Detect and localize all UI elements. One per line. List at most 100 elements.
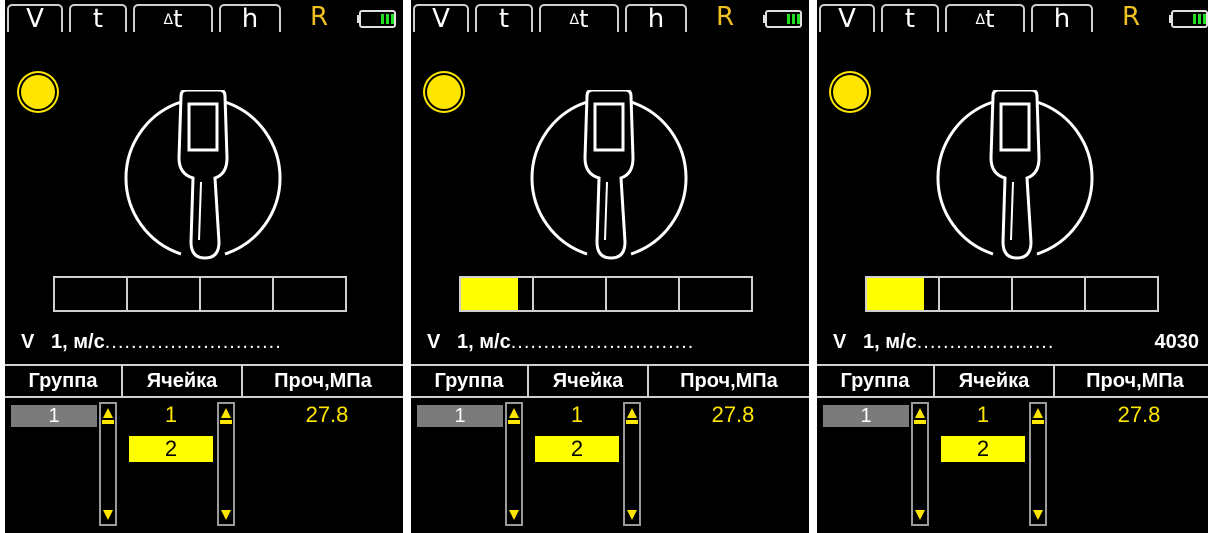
scroll-down-icon[interactable] bbox=[221, 510, 231, 520]
scroll-thumb[interactable] bbox=[626, 420, 638, 424]
header-strength: Проч,МПа bbox=[680, 370, 778, 392]
velocity-readout: V 1, м/с........................... bbox=[21, 328, 387, 356]
group-scrollbar[interactable] bbox=[505, 402, 523, 526]
header-cell: Ячейка bbox=[958, 370, 1030, 392]
group-scrollbar[interactable] bbox=[911, 402, 929, 526]
cell-selected[interactable]: 2 bbox=[535, 436, 619, 462]
progress-fill bbox=[867, 278, 924, 310]
progress-fill bbox=[461, 278, 518, 310]
tab-t[interactable]: t bbox=[881, 4, 939, 32]
ultrasonic-probe-icon bbox=[530, 90, 688, 260]
scroll-down-icon[interactable] bbox=[1033, 510, 1043, 520]
scroll-down-icon[interactable] bbox=[627, 510, 637, 520]
readout-dots: ........................... bbox=[104, 331, 282, 353]
group-selected[interactable]: 1 bbox=[823, 405, 909, 427]
table-header: Группа Ячейка Проч,МПа bbox=[5, 364, 403, 398]
tab-r[interactable]: R bbox=[693, 4, 757, 32]
cell-scrollbar[interactable] bbox=[1029, 402, 1047, 526]
scroll-thumb[interactable] bbox=[102, 420, 114, 424]
mode-tab-bar: V t Δt h R bbox=[5, 0, 403, 34]
scroll-up-icon[interactable] bbox=[1033, 408, 1043, 418]
table-header: Группа Ячейка Проч,МПа bbox=[817, 364, 1208, 398]
scroll-up-icon[interactable] bbox=[221, 408, 231, 418]
progress-segment bbox=[1086, 278, 1157, 310]
device-screen-3: V t Δt h R V 1, м/с.....................… bbox=[817, 0, 1208, 533]
battery-full-icon bbox=[1169, 10, 1208, 28]
header-group: Группа bbox=[28, 370, 98, 392]
tab-r[interactable]: R bbox=[287, 4, 351, 32]
scroll-thumb[interactable] bbox=[508, 420, 520, 424]
header-group: Группа bbox=[434, 370, 504, 392]
tab-delta-t-label: t bbox=[173, 5, 183, 33]
progress-segment bbox=[55, 278, 128, 310]
header-group: Группа bbox=[840, 370, 910, 392]
delta-icon: Δ bbox=[163, 12, 174, 28]
tab-delta-t[interactable]: Δt bbox=[539, 4, 619, 32]
group-selected[interactable]: 1 bbox=[11, 405, 97, 427]
strength-value: 27.8 bbox=[305, 402, 349, 427]
tab-h[interactable]: h bbox=[1031, 4, 1093, 32]
progress-segment bbox=[680, 278, 751, 310]
tab-v[interactable]: V bbox=[413, 4, 469, 32]
ultrasonic-probe-icon bbox=[124, 90, 282, 260]
tab-h[interactable]: h bbox=[219, 4, 281, 32]
battery-full-icon bbox=[763, 10, 802, 28]
device-screen-2: V t Δt h R V 1, м/с.....................… bbox=[411, 0, 809, 533]
progress-bar bbox=[459, 276, 753, 312]
scroll-up-icon[interactable] bbox=[509, 408, 519, 418]
delta-icon: Δ bbox=[975, 12, 986, 28]
scroll-down-icon[interactable] bbox=[915, 510, 925, 520]
readout-dots: ............................ bbox=[510, 331, 695, 353]
scroll-thumb[interactable] bbox=[220, 420, 232, 424]
cell-scrollbar[interactable] bbox=[623, 402, 641, 526]
cell-current[interactable]: 1 bbox=[535, 402, 619, 428]
led-indicator-icon bbox=[427, 75, 461, 109]
scroll-thumb[interactable] bbox=[1032, 420, 1044, 424]
strength-value: 27.8 bbox=[711, 402, 755, 427]
readout-dots: ..................... bbox=[916, 331, 1055, 353]
tab-delta-t-label: t bbox=[985, 5, 995, 33]
scroll-up-icon[interactable] bbox=[915, 408, 925, 418]
readout-label: V bbox=[833, 331, 847, 353]
readout-unit: 1, м/с bbox=[457, 331, 511, 353]
delta-icon: Δ bbox=[569, 12, 580, 28]
scroll-down-icon[interactable] bbox=[509, 510, 519, 520]
tab-r[interactable]: R bbox=[1099, 4, 1163, 32]
progress-segment bbox=[128, 278, 201, 310]
scroll-up-icon[interactable] bbox=[627, 408, 637, 418]
scroll-up-icon[interactable] bbox=[103, 408, 113, 418]
mode-tab-bar: V t Δt h R bbox=[411, 0, 809, 34]
cell-current[interactable]: 1 bbox=[129, 402, 213, 428]
mode-tab-bar: V t Δt h R bbox=[817, 0, 1208, 34]
group-scrollbar[interactable] bbox=[99, 402, 117, 526]
progress-segment bbox=[607, 278, 680, 310]
readout-unit: 1, м/с bbox=[51, 331, 105, 353]
header-strength: Проч,МПа bbox=[1086, 370, 1184, 392]
scroll-thumb[interactable] bbox=[914, 420, 926, 424]
tab-t[interactable]: t bbox=[475, 4, 533, 32]
progress-bar bbox=[865, 276, 1159, 312]
cell-selected[interactable]: 2 bbox=[941, 436, 1025, 462]
tab-h[interactable]: h bbox=[625, 4, 687, 32]
readout-unit: 1, м/с bbox=[863, 331, 917, 353]
tab-delta-t[interactable]: Δt bbox=[945, 4, 1025, 32]
progress-bar bbox=[53, 276, 347, 312]
ultrasonic-probe-icon bbox=[936, 90, 1094, 260]
header-strength: Проч,МПа bbox=[274, 370, 372, 392]
tab-v[interactable]: V bbox=[7, 4, 63, 32]
strength-value: 27.8 bbox=[1117, 402, 1161, 427]
table-header: Группа Ячейка Проч,МПа bbox=[411, 364, 809, 398]
scroll-down-icon[interactable] bbox=[103, 510, 113, 520]
progress-segment bbox=[534, 278, 607, 310]
group-selected[interactable]: 1 bbox=[417, 405, 503, 427]
tab-t[interactable]: t bbox=[69, 4, 127, 32]
cell-current[interactable]: 1 bbox=[941, 402, 1025, 428]
cell-scrollbar[interactable] bbox=[217, 402, 235, 526]
readout-result: 4030 bbox=[1150, 328, 1199, 356]
led-indicator-icon bbox=[833, 75, 867, 109]
cell-selected[interactable]: 2 bbox=[129, 436, 213, 462]
header-cell: Ячейка bbox=[552, 370, 624, 392]
tab-delta-t[interactable]: Δt bbox=[133, 4, 213, 32]
velocity-readout: V 1, м/с..................... 4030 bbox=[833, 328, 1199, 356]
tab-v[interactable]: V bbox=[819, 4, 875, 32]
